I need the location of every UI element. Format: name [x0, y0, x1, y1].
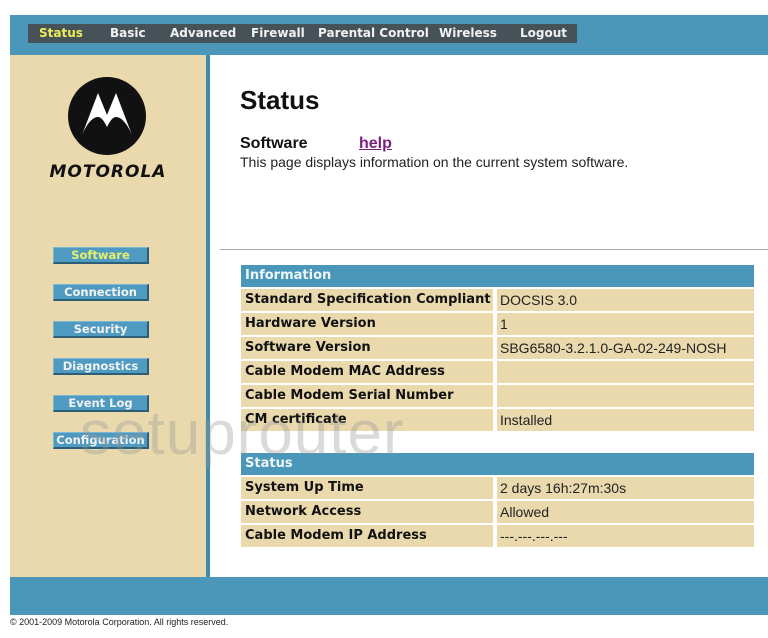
row-label: Standard Specification Compliant: [241, 289, 493, 311]
table-row: Network Access Allowed: [241, 501, 754, 523]
sidebar: MOTOROLA Software Connection Security Di…: [10, 55, 206, 577]
table-row: Cable Modem IP Address ---.---.---.---: [241, 525, 754, 547]
row-label: CM certificate: [241, 409, 493, 431]
row-label: Software Version: [241, 337, 493, 359]
brand-name: MOTOROLA: [49, 162, 167, 182]
table-row: CM certificate Installed: [241, 409, 754, 431]
row-value: 1: [497, 313, 754, 335]
copyright: © 2001-2009 Motorola Corporation. All ri…: [10, 617, 229, 627]
sidebar-item-software[interactable]: Software: [53, 247, 149, 264]
main-content: Status Software help This page displays …: [210, 55, 768, 577]
row-label: Hardware Version: [241, 313, 493, 335]
row-value: [497, 385, 754, 407]
nav-status[interactable]: Status: [39, 26, 83, 40]
nav-firewall[interactable]: Firewall: [251, 26, 305, 40]
sidebar-item-connection[interactable]: Connection: [53, 284, 149, 301]
sidebar-item-diagnostics[interactable]: Diagnostics: [53, 358, 149, 375]
information-table-header: Information: [241, 265, 754, 287]
row-label: Cable Modem Serial Number: [241, 385, 493, 407]
table-row: Cable Modem Serial Number: [241, 385, 754, 407]
sidebar-item-security[interactable]: Security: [53, 321, 149, 338]
nav-logout[interactable]: Logout: [520, 26, 567, 40]
sidebar-item-configuration[interactable]: Configuration: [53, 432, 149, 449]
help-link[interactable]: help: [359, 135, 392, 153]
nav-basic[interactable]: Basic: [110, 26, 146, 40]
table-row: System Up Time 2 days 16h:27m:30s: [241, 477, 754, 499]
nav-parental-control[interactable]: Parental Control: [318, 26, 429, 40]
page-title: Status: [240, 85, 320, 115]
page-description: This page displays information on the cu…: [240, 154, 629, 170]
row-label: Cable Modem IP Address: [241, 525, 493, 547]
row-value: SBG6580-3.2.1.0-GA-02-249-NOSH: [497, 337, 754, 359]
status-table-header: Status: [241, 453, 754, 475]
bottom-bar: [10, 577, 768, 615]
row-value: 2 days 16h:27m:30s: [497, 477, 754, 499]
divider: [220, 249, 768, 250]
motorola-batwing-icon: [68, 77, 146, 155]
nav-wireless[interactable]: Wireless: [439, 26, 497, 40]
top-bar: Status Basic Advanced Firewall Parental …: [10, 15, 768, 55]
table-row: Software Version SBG6580-3.2.1.0-GA-02-24…: [241, 337, 754, 359]
row-label: Cable Modem MAC Address: [241, 361, 493, 383]
table-row: Cable Modem MAC Address: [241, 361, 754, 383]
sidebar-item-event-log[interactable]: Event Log: [53, 395, 149, 412]
row-value: Allowed: [497, 501, 754, 523]
page-frame: Status Basic Advanced Firewall Parental …: [10, 15, 768, 615]
table-row: Hardware Version 1: [241, 313, 754, 335]
information-table: Information Standard Specification Compl…: [241, 265, 754, 431]
nav-advanced[interactable]: Advanced: [170, 26, 236, 40]
row-value: DOCSIS 3.0: [497, 289, 754, 311]
row-value: ---.---.---.---: [497, 525, 754, 547]
status-table: Status System Up Time 2 days 16h:27m:30s …: [241, 453, 754, 547]
row-value: [497, 361, 754, 383]
section-title: Software: [240, 135, 308, 152]
main-nav: Status Basic Advanced Firewall Parental …: [28, 24, 577, 43]
table-row: Standard Specification Compliant DOCSIS 3…: [241, 289, 754, 311]
row-label: System Up Time: [241, 477, 493, 499]
row-value: Installed: [497, 409, 754, 431]
row-label: Network Access: [241, 501, 493, 523]
